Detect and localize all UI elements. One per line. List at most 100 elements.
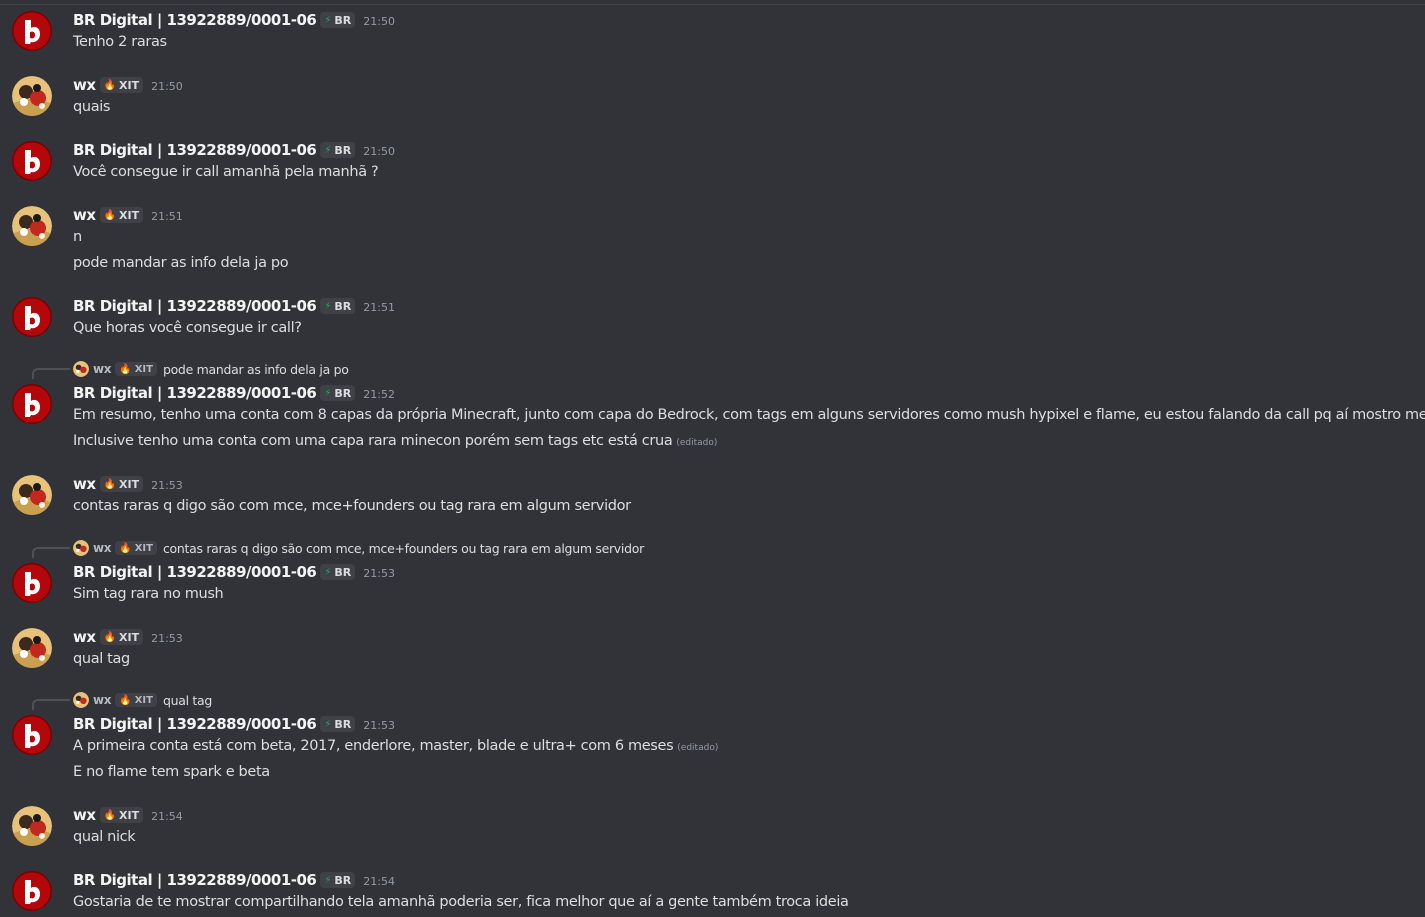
server-tag: 🔥 XIT	[115, 693, 157, 707]
avatar-br-digital[interactable]	[12, 563, 52, 603]
reply-connector	[32, 699, 70, 710]
timestamp[interactable]: 21:52	[363, 388, 395, 401]
server-tag[interactable]: 🔥 XIT	[99, 807, 144, 823]
username[interactable]: BR Digital | 13922889/0001-06	[73, 141, 317, 159]
message-text: Você consegue ir call amanhã pela manhã …	[73, 164, 379, 180]
server-tag-label: BR	[334, 143, 352, 157]
message-text: contas raras q digo são com mce, mce+fou…	[73, 498, 631, 514]
avatar-br-digital[interactable]	[12, 384, 52, 424]
edited-label[interactable]: (editado)	[677, 743, 718, 753]
message-header: wx 🔥 XIT 21:50	[73, 74, 183, 96]
fire-icon: 🔥	[119, 542, 132, 554]
timestamp[interactable]: 21:50	[363, 15, 395, 28]
reply-text: qual tag	[162, 692, 213, 708]
server-tag[interactable]: ⚡ BR	[320, 12, 356, 28]
server-tag[interactable]: ⚡ BR	[320, 298, 356, 314]
reply-connector	[32, 368, 70, 379]
avatar-wx[interactable]	[12, 76, 52, 116]
reply-username[interactable]: wx	[93, 693, 112, 707]
timestamp[interactable]: 21:50	[151, 80, 183, 93]
server-tag-label: BR	[334, 13, 352, 27]
message-text: qual nick	[73, 829, 136, 845]
fire-icon: 🔥	[119, 363, 132, 375]
bolt-icon: ⚡	[324, 387, 332, 399]
username[interactable]: wx	[73, 475, 96, 493]
reply-username[interactable]: wx	[93, 541, 112, 555]
message-text: Gostaria de te mostrar compartilhando te…	[73, 894, 849, 910]
username[interactable]: BR Digital | 13922889/0001-06	[73, 563, 317, 581]
timestamp[interactable]: 21:51	[363, 301, 395, 314]
timestamp[interactable]: 21:53	[363, 567, 395, 580]
server-tag-label: XIT	[119, 630, 140, 644]
avatar-wx[interactable]	[12, 206, 52, 246]
reply-preview[interactable]: wx 🔥 XIT pode mandar as info dela ja po	[73, 360, 349, 378]
message-header: BR Digital | 13922889/0001-06 ⚡ BR 21:53	[73, 713, 395, 735]
server-tag[interactable]: ⚡ BR	[320, 385, 356, 401]
server-tag-label: XIT	[134, 542, 153, 554]
username[interactable]: BR Digital | 13922889/0001-06	[73, 11, 317, 29]
message-header: BR Digital | 13922889/0001-06 ⚡ BR 21:50	[73, 139, 395, 161]
message-header: BR Digital | 13922889/0001-06 ⚡ BR 21:52	[73, 382, 395, 404]
avatar-wx[interactable]	[12, 475, 52, 515]
message-text-content: A primeira conta está com beta, 2017, en…	[73, 738, 674, 754]
bolt-icon: ⚡	[324, 718, 332, 730]
server-tag-label: BR	[334, 386, 352, 400]
message-header: BR Digital | 13922889/0001-06 ⚡ BR 21:53	[73, 561, 395, 583]
server-tag[interactable]: ⚡ BR	[320, 872, 356, 888]
username[interactable]: wx	[73, 76, 96, 94]
message-header: BR Digital | 13922889/0001-06 ⚡ BR 21:51	[73, 295, 395, 317]
server-tag[interactable]: 🔥 XIT	[99, 476, 144, 492]
timestamp[interactable]: 21:54	[151, 810, 183, 823]
reply-text: pode mandar as info dela ja po	[162, 361, 349, 377]
message-text: Em resumo, tenho uma conta com 8 capas d…	[73, 407, 1425, 423]
avatar-br-digital[interactable]	[12, 297, 52, 337]
avatar-wx[interactable]	[12, 806, 52, 846]
bolt-icon: ⚡	[324, 144, 332, 156]
bolt-icon: ⚡	[324, 14, 332, 26]
message-header: BR Digital | 13922889/0001-06 ⚡ BR 21:50	[73, 9, 395, 31]
reply-preview[interactable]: wx 🔥 XIT qual tag	[73, 691, 212, 709]
timestamp[interactable]: 21:53	[151, 632, 183, 645]
avatar-wx[interactable]	[12, 628, 52, 668]
avatar-wx-small	[73, 361, 89, 377]
bolt-icon: ⚡	[324, 566, 332, 578]
message-header: wx 🔥 XIT 21:54	[73, 804, 183, 826]
message-header: wx 🔥 XIT 21:53	[73, 473, 183, 495]
message-text: E no flame tem spark e beta	[73, 764, 270, 780]
avatar-br-digital[interactable]	[12, 11, 52, 51]
username[interactable]: BR Digital | 13922889/0001-06	[73, 715, 317, 733]
timestamp[interactable]: 21:51	[151, 210, 183, 223]
edited-label[interactable]: (editado)	[676, 438, 717, 448]
timestamp[interactable]: 21:53	[363, 719, 395, 732]
message-header: wx 🔥 XIT 21:53	[73, 626, 183, 648]
avatar-br-digital[interactable]	[12, 871, 52, 911]
message-text: pode mandar as info dela ja po	[73, 255, 289, 271]
reply-username[interactable]: wx	[93, 362, 112, 376]
avatar-br-digital[interactable]	[12, 141, 52, 181]
username[interactable]: wx	[73, 628, 96, 646]
message-text: qual tag	[73, 651, 130, 667]
server-tag[interactable]: ⚡ BR	[320, 142, 356, 158]
server-tag[interactable]: ⚡ BR	[320, 716, 356, 732]
username[interactable]: BR Digital | 13922889/0001-06	[73, 871, 317, 889]
username[interactable]: wx	[73, 206, 96, 224]
server-tag[interactable]: 🔥 XIT	[99, 77, 144, 93]
server-tag-label: BR	[334, 717, 352, 731]
server-tag-label: XIT	[134, 363, 153, 375]
username[interactable]: wx	[73, 806, 96, 824]
username[interactable]: BR Digital | 13922889/0001-06	[73, 384, 317, 402]
server-tag-label: BR	[334, 565, 352, 579]
reply-preview[interactable]: wx 🔥 XIT contas raras q digo são com mce,…	[73, 539, 644, 557]
server-tag: 🔥 XIT	[115, 362, 157, 376]
server-tag[interactable]: 🔥 XIT	[99, 207, 144, 223]
fire-icon: 🔥	[103, 79, 116, 91]
username[interactable]: BR Digital | 13922889/0001-06	[73, 297, 317, 315]
timestamp[interactable]: 21:53	[151, 479, 183, 492]
timestamp[interactable]: 21:50	[363, 145, 395, 158]
message-text: Inclusive tenho uma conta com uma capa r…	[73, 430, 717, 454]
bolt-icon: ⚡	[324, 874, 332, 886]
server-tag[interactable]: 🔥 XIT	[99, 629, 144, 645]
timestamp[interactable]: 21:54	[363, 875, 395, 888]
avatar-br-digital[interactable]	[12, 715, 52, 755]
server-tag[interactable]: ⚡ BR	[320, 564, 356, 580]
